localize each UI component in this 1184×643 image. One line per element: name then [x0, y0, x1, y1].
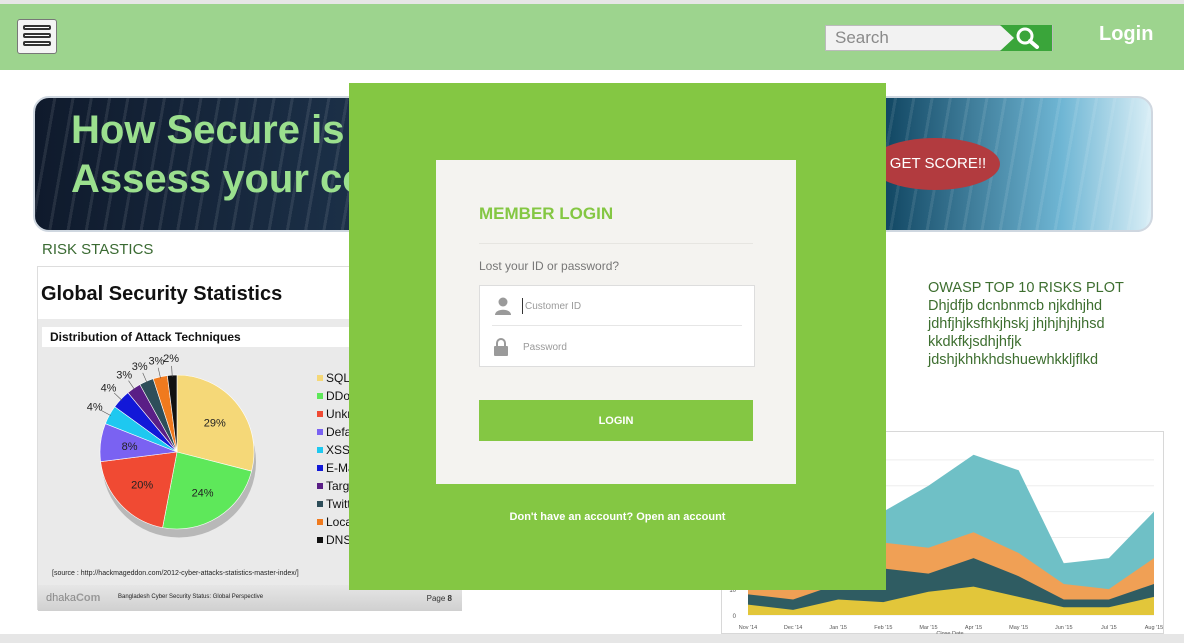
- slide-footer-text: Bangladesh Cyber Security Status: Global…: [118, 594, 264, 600]
- divider: [479, 243, 753, 244]
- x-tick-label: Mar '15: [919, 625, 937, 631]
- pie-slice-label: 2%: [163, 353, 179, 365]
- legend-item: DNS: [317, 533, 351, 547]
- login-card: MEMBER LOGIN Lost your ID or password? C…: [436, 160, 796, 484]
- legend-label: Defa: [326, 425, 352, 439]
- slide-page-number: Page 8: [427, 594, 452, 603]
- brand-suffix: Com: [75, 592, 101, 604]
- x-tick-label: Nov '14: [739, 625, 757, 631]
- pie-slice-label: 24%: [192, 487, 214, 499]
- x-tick-label: Apr '15: [965, 625, 982, 631]
- legend-item: DDo: [317, 389, 350, 403]
- x-tick-label: Dec '14: [784, 625, 802, 631]
- login-button[interactable]: LOGIN: [479, 400, 753, 441]
- menu-bar-icon: [23, 33, 51, 38]
- legend-swatch: [317, 537, 323, 543]
- x-axis-label: Close Date: [936, 631, 963, 634]
- pie-slice-label: 29%: [204, 418, 226, 430]
- user-icon: [495, 297, 511, 315]
- page-number: 8: [447, 594, 452, 603]
- banner-title: How Secure is y Assess your co: [71, 108, 378, 201]
- customer-id-field: [492, 286, 742, 326]
- legend-item: Unkr: [317, 407, 351, 421]
- legend-label: Unkr: [326, 407, 352, 421]
- pie-slice-label: 20%: [131, 480, 153, 492]
- legend-swatch: [317, 375, 323, 381]
- legend-swatch: [317, 483, 323, 489]
- menu-bar-icon: [23, 25, 51, 30]
- lock-icon: [494, 338, 508, 356]
- owasp-risks-text: OWASP TOP 10 RISKS PLOT Dhjdfjb dcnbnmcb…: [928, 279, 1168, 369]
- legend-item: SQL: [317, 371, 350, 385]
- legend-swatch: [317, 501, 323, 507]
- slide-source: [source : http://hackmageddon.com/2012-c…: [52, 570, 299, 577]
- pie-slice-label: 4%: [101, 383, 117, 395]
- pie-chart: 29% 24% 20% 8% 4% 4% 3% 3% 3% 2%: [38, 351, 308, 576]
- owasp-body: Dhjdfjb dcnbnmcb njkdhjhd jdhfjhjksfhkjh…: [928, 298, 1105, 368]
- header-login-link[interactable]: Login: [1099, 23, 1153, 46]
- legend-label: SQL: [326, 371, 351, 385]
- legend-item: Twitt: [317, 497, 351, 511]
- legend-swatch: [317, 411, 323, 417]
- legend-item: Loca: [317, 515, 352, 529]
- password-field: [480, 327, 754, 367]
- brand-prefix: dhaka: [46, 592, 76, 604]
- customer-id-input[interactable]: [522, 298, 712, 314]
- x-tick-label: Feb '15: [874, 625, 892, 631]
- legend-swatch: [317, 447, 323, 453]
- x-tick-label: Jul '15: [1101, 625, 1117, 631]
- hamburger-menu-button[interactable]: [17, 19, 57, 54]
- pie-slice-label: 8%: [122, 441, 138, 453]
- legend-label: DNS: [326, 533, 352, 547]
- legend-swatch: [317, 519, 323, 525]
- page-label: Page: [426, 594, 446, 603]
- open-account-link[interactable]: Don't have an account? Open an account: [349, 511, 886, 523]
- legend-label: XSS: [326, 443, 351, 457]
- search-input[interactable]: [826, 26, 1006, 50]
- pie-label-leader: [128, 380, 135, 390]
- pie-label-leader: [142, 372, 148, 383]
- pie-slice-label: 4%: [87, 402, 103, 414]
- x-tick-label: Jun '15: [1055, 625, 1073, 631]
- x-tick-label: May '15: [1009, 625, 1028, 631]
- owasp-heading: OWASP TOP 10 RISKS PLOT: [928, 280, 1124, 296]
- member-login-title: MEMBER LOGIN: [479, 204, 614, 223]
- legend-swatch: [317, 429, 323, 435]
- slide-brand: dhakaCom: [46, 592, 100, 604]
- get-score-button[interactable]: GET SCORE!!: [870, 138, 1000, 190]
- menu-bar-icon: [23, 41, 51, 46]
- y-tick-label: 0: [733, 614, 737, 620]
- search-box: [825, 25, 1053, 51]
- lost-id-password-link[interactable]: Lost your ID or password?: [479, 259, 619, 273]
- x-tick-label: Aug '15: [1145, 625, 1163, 631]
- legend-item: Defa: [317, 425, 351, 439]
- legend-item: XSS: [317, 443, 350, 457]
- login-fields: [479, 285, 755, 367]
- page: Login How Secure is y Assess your co GET…: [0, 4, 1184, 634]
- legend-label: Twitt: [326, 497, 351, 511]
- legend-swatch: [317, 465, 323, 471]
- password-input[interactable]: [523, 336, 713, 358]
- pie-slice-label: 3%: [116, 369, 132, 381]
- legend-label: DDo: [326, 389, 351, 403]
- pie-label-leader: [101, 410, 112, 416]
- search-button[interactable]: [1000, 25, 1052, 51]
- login-modal: MEMBER LOGIN Lost your ID or password? C…: [349, 83, 886, 590]
- risk-statistics-label: RISK STASTICS: [42, 241, 154, 258]
- pie-slice-label: 3%: [132, 361, 148, 373]
- pie-chart-svg: 29%24%20%8%4%4%3%3% 3%2%: [87, 353, 256, 538]
- search-icon: [1016, 27, 1039, 49]
- legend-swatch: [317, 393, 323, 399]
- top-bar: Login: [0, 4, 1184, 70]
- x-tick-label: Jan '15: [829, 625, 847, 631]
